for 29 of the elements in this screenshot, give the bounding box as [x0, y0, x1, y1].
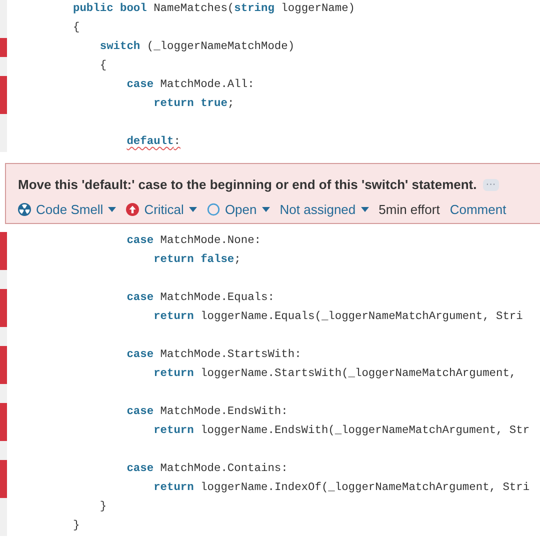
code-line: switch (_loggerNameMatchMode): [98, 40, 295, 55]
code-line: return loggerName.EndsWith(_loggerNameMatchArgument, Str: [152, 424, 530, 439]
code-line: default:: [126, 134, 180, 150]
code-line: case MatchMode.Equals:: [126, 290, 274, 306]
effort-label: 5min effort: [378, 200, 440, 218]
code-line: {: [72, 20, 80, 36]
issue-message: Move this 'default:' case to the beginning or end of this 'switch' statement.: [18, 176, 477, 194]
code-line: case MatchMode.None:: [126, 234, 262, 249]
severity-dropdown[interactable]: Critical: [126, 200, 197, 219]
code-line: return loggerName.Equals(_loggerNameMatchArgument, Stri: [152, 310, 523, 325]
more-button[interactable]: ···: [482, 178, 499, 191]
code-line: return loggerName.IndexOf(_loggerNameMatchArgument, Stri: [152, 480, 530, 496]
code-line: }: [72, 518, 80, 534]
code-line: case MatchMode.All:: [126, 78, 254, 93]
comment-link[interactable]: Comment: [450, 200, 506, 219]
code-line: return false;: [152, 252, 241, 268]
code-line: public bool NameMatches(string loggerName): [72, 2, 356, 17]
code-line: return loggerName.StartsWith(_loggerNameMatchArgument,: [152, 366, 516, 382]
assignee-dropdown[interactable]: Not assigned: [280, 200, 369, 219]
code-line: case MatchMode.EndsWith:: [126, 404, 288, 420]
code-line: case MatchMode.Contains:: [126, 462, 288, 477]
type-dropdown[interactable]: Code Smell: [18, 200, 116, 219]
code-line: {: [98, 58, 107, 74]
code-line: }: [98, 500, 107, 515]
radiation-icon: [18, 202, 31, 216]
circle-icon: [206, 202, 220, 216]
status-dropdown[interactable]: Open: [206, 200, 270, 219]
code-line: case MatchMode.StartsWith:: [126, 348, 302, 363]
code-line: return true;: [152, 97, 234, 112]
